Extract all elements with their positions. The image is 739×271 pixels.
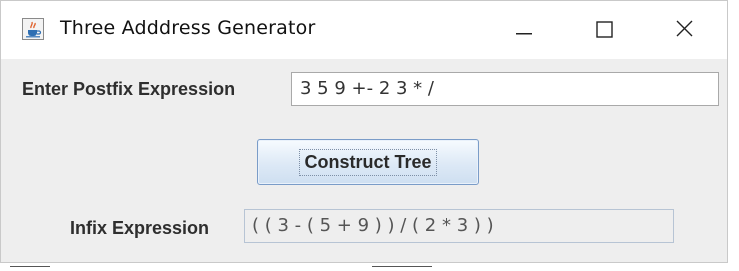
construct-tree-button[interactable]: Construct Tree xyxy=(257,139,479,185)
background-line xyxy=(372,266,432,267)
background-line xyxy=(10,266,50,267)
close-button[interactable] xyxy=(665,13,705,47)
close-icon xyxy=(676,20,693,37)
maximize-icon xyxy=(596,21,613,38)
infix-output-field: ( ( 3 - ( 5 + 9 ) ) / ( 2 * 3 ) ) xyxy=(244,209,674,243)
app-window: Three Adddress Generator Enter Postfix E… xyxy=(0,0,728,263)
window-title: Three Adddress Generator xyxy=(60,17,316,39)
maximize-button[interactable] xyxy=(584,13,624,47)
infix-label: Infix Expression xyxy=(70,218,210,238)
minimize-icon xyxy=(516,33,532,35)
minimize-button[interactable] xyxy=(504,13,544,47)
construct-tree-button-label: Construct Tree xyxy=(299,148,437,176)
postfix-label: Enter Postfix Expression xyxy=(22,79,236,99)
java-cup-icon xyxy=(22,18,44,40)
title-bar[interactable]: Three Adddress Generator xyxy=(1,1,727,59)
postfix-input[interactable]: 3 5 9 +- 2 3 * / xyxy=(291,72,719,106)
